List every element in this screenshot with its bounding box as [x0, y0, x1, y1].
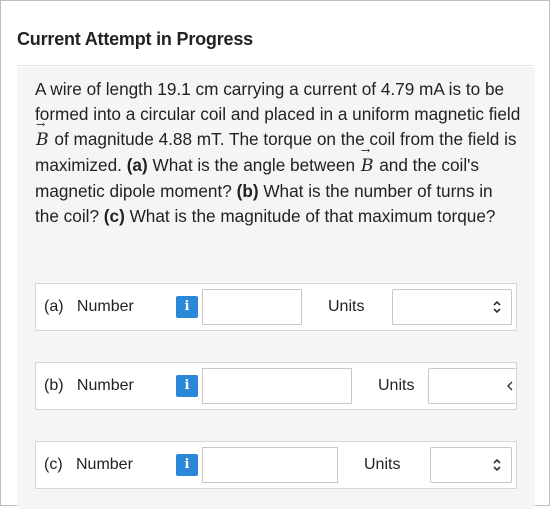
question-text-6: What is the magnitude of that maximum to… [124, 206, 496, 226]
question-text: A wire of length 19.1 cm carrying a curr… [35, 77, 521, 229]
vector-b-letter: B [36, 130, 49, 150]
number-label: Number [76, 377, 134, 394]
answer-row-a: (a) Number i Units [35, 283, 517, 331]
vector-arrow-2: → [360, 144, 371, 157]
vector-arrow: → [36, 118, 46, 131]
answer-row-label: (c) Number [44, 442, 133, 488]
question-text-1: A wire of length 19.1 cm carrying a curr… [35, 79, 521, 124]
info-icon[interactable]: i [176, 296, 198, 318]
units-select-b[interactable] [428, 368, 516, 404]
part-label: (b) [44, 377, 64, 394]
number-label: Number [76, 298, 134, 315]
part-label: (c) [44, 456, 63, 473]
chevron-updown-icon [493, 458, 501, 472]
number-label: Number [76, 456, 133, 473]
question-text-3: What is the angle between [147, 155, 360, 175]
part-label: (a) [44, 298, 64, 315]
question-panel: A wire of length 19.1 cm carrying a curr… [17, 67, 535, 509]
units-label: Units [364, 456, 401, 473]
part-b-tag: (b) [236, 181, 259, 201]
part-a-tag: (a) [126, 155, 148, 175]
answer-row-b: (b) Number i Units [35, 362, 517, 410]
part-c-tag: (c) [103, 206, 125, 226]
number-input-b[interactable] [202, 368, 352, 404]
number-input-a[interactable] [202, 289, 302, 325]
vector-b-letter-2: B [360, 156, 374, 176]
units-select-a[interactable] [392, 289, 512, 325]
answer-row-label: (a) Number [44, 284, 134, 330]
number-input-c[interactable] [202, 447, 338, 483]
units-label: Units [378, 377, 415, 394]
units-select-c[interactable] [430, 447, 512, 483]
info-icon[interactable]: i [176, 454, 198, 476]
answer-row-label: (b) Number [44, 363, 134, 409]
vector-b-symbol: → B [35, 119, 50, 153]
chevron-left-icon [507, 381, 513, 391]
chevron-updown-icon [493, 300, 501, 314]
header-divider [17, 65, 533, 66]
question-frame: Current Attempt in Progress A wire of le… [0, 0, 550, 509]
page-title: Current Attempt in Progress [17, 29, 253, 49]
info-icon[interactable]: i [176, 375, 198, 397]
units-label: Units [328, 298, 365, 315]
vector-b-symbol-2: → B [360, 145, 375, 179]
answer-row-c: (c) Number i Units [35, 441, 517, 489]
